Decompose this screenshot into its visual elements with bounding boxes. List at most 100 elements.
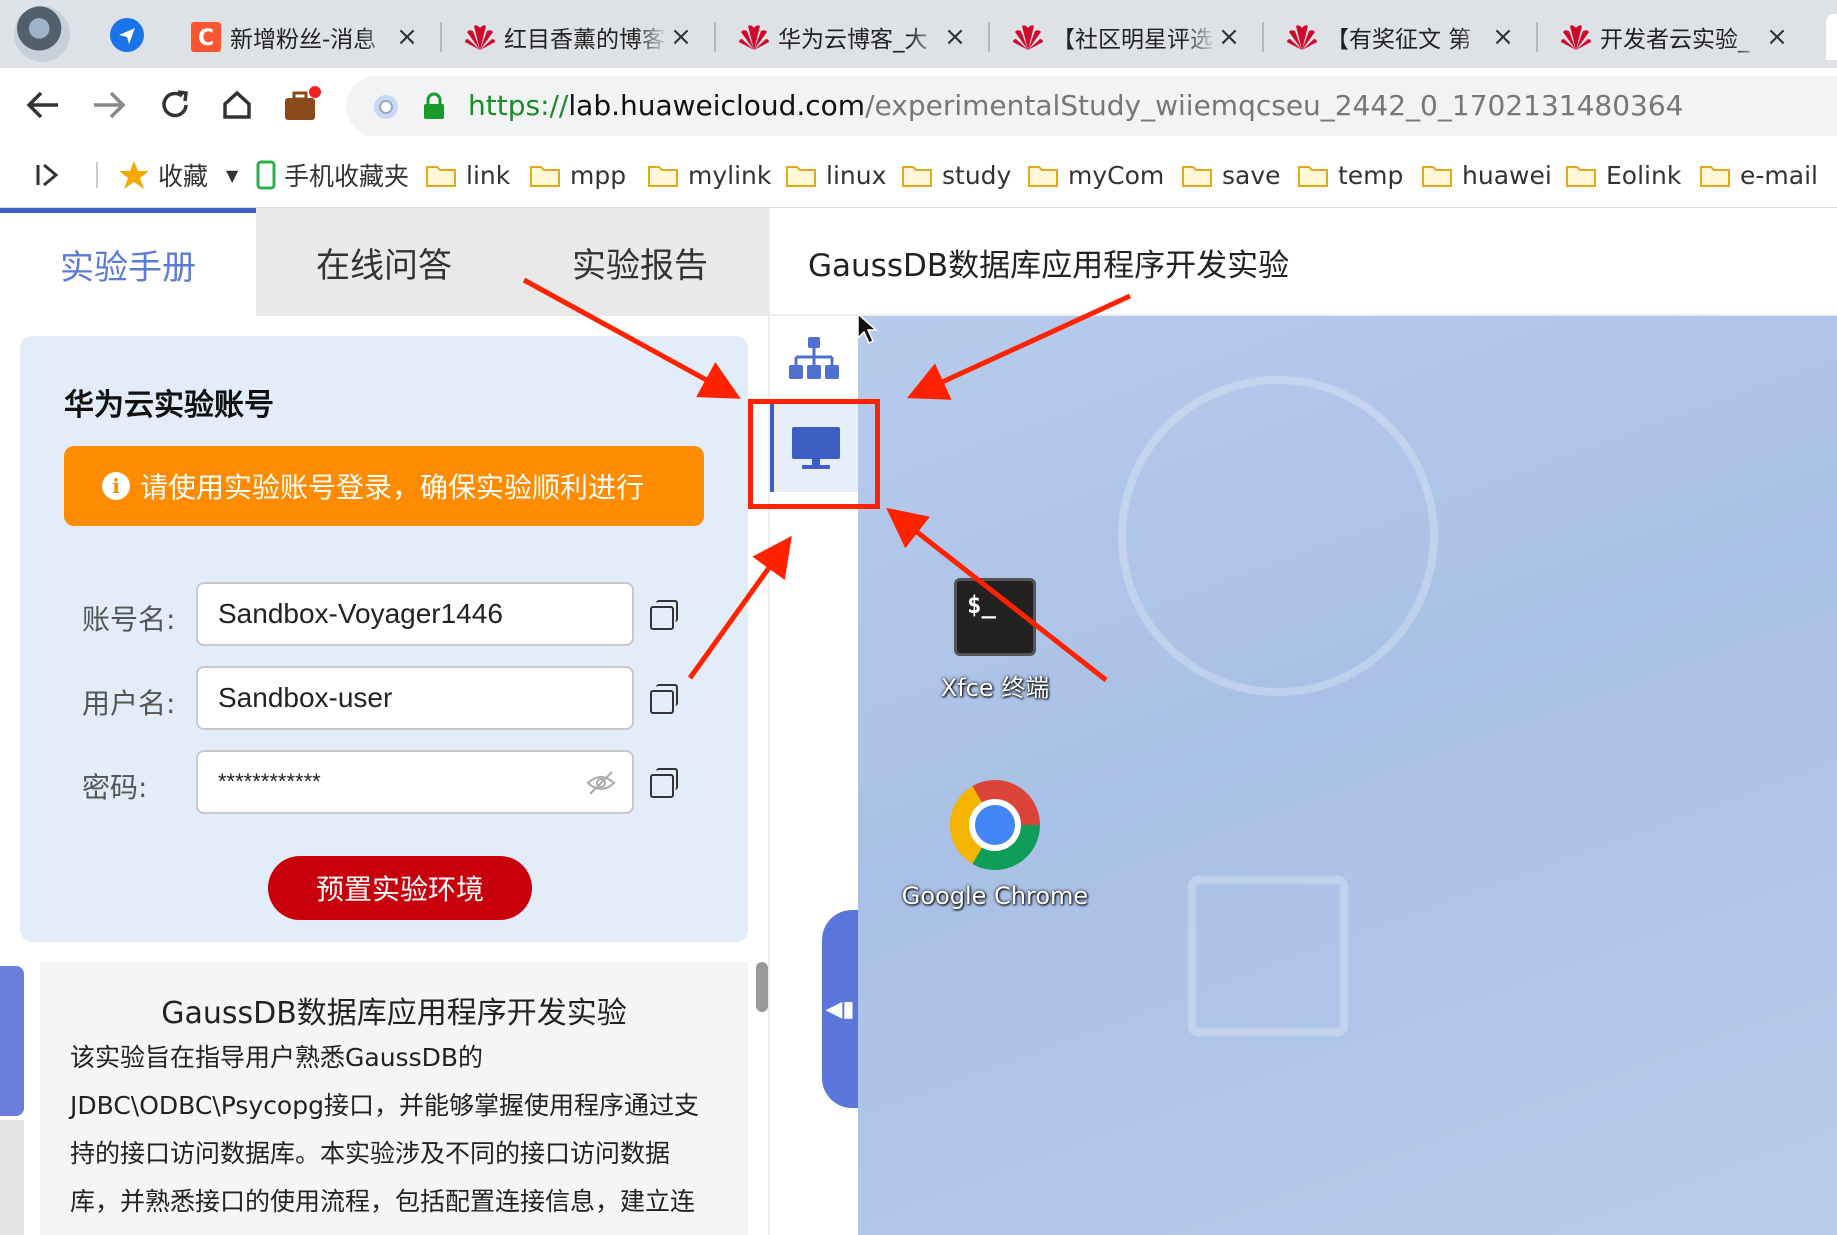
guide-line: 库，并熟悉接口的使用流程，包括配置连接信息，建立连 bbox=[70, 1187, 696, 1216]
bookmark-label: Eolink bbox=[1606, 160, 1682, 190]
bookmark-folder[interactable]: link bbox=[426, 156, 510, 194]
account-name-field[interactable]: Sandbox-Voyager1446 bbox=[196, 582, 634, 646]
bookmark-folder[interactable]: mylink bbox=[648, 156, 771, 194]
tab-divider bbox=[440, 22, 442, 52]
address-bar[interactable]: https://lab.huaweicloud.com/experimental… bbox=[346, 76, 1837, 136]
background-decoration bbox=[1118, 376, 1438, 696]
username-label: 用户名: bbox=[82, 687, 176, 720]
guide-text: 该实验旨在指导用户熟悉GaussDB的 JDBC\ODBC\Psycopg接口，… bbox=[70, 1034, 730, 1226]
bookmark-label: 手机收藏夹 bbox=[284, 162, 410, 191]
lab-tabs: 实验手册 在线问答 实验报告 bbox=[0, 208, 768, 316]
desktop-icon-terminal[interactable]: $_ Xfce 终端 bbox=[900, 578, 1090, 703]
tab-online-qa[interactable]: 在线问答 bbox=[256, 208, 512, 316]
lock-icon bbox=[424, 92, 444, 119]
tab-title: 开发者云实验_ bbox=[1600, 27, 1750, 53]
login-notice: i 请使用实验账号登录，确保实验顺利进行 bbox=[64, 446, 704, 526]
password-field[interactable]: ************ bbox=[196, 750, 634, 814]
remote-desktop[interactable]: $_ Xfce 终端 Google Chrome bbox=[858, 316, 1837, 1235]
info-icon: i bbox=[102, 472, 130, 500]
folder-icon bbox=[1700, 166, 1730, 187]
folder-icon bbox=[1298, 166, 1328, 187]
prepare-environment-button[interactable]: 预置实验环境 bbox=[268, 856, 532, 920]
bookmark-label: 收藏 bbox=[158, 162, 209, 191]
reload-icon[interactable] bbox=[152, 82, 198, 128]
copy-icon[interactable] bbox=[650, 684, 678, 714]
forward-icon[interactable] bbox=[86, 82, 132, 128]
bookmark-folder[interactable]: temp bbox=[1298, 156, 1403, 194]
lab-manual-panel: 华为云实验账号 i 请使用实验账号登录，确保实验顺利进行 账号名: Sandbo… bbox=[0, 316, 768, 1235]
desktop-icon-chrome[interactable]: Google Chrome bbox=[900, 780, 1090, 910]
close-icon[interactable]: × bbox=[942, 22, 968, 52]
tab-1[interactable]: 红目香薰的博客 × bbox=[454, 14, 704, 60]
account-name-label: 账号名: bbox=[82, 603, 176, 636]
bookmark-label: mylink bbox=[688, 160, 772, 190]
bookmark-folder[interactable]: linux bbox=[786, 156, 886, 194]
eye-off-icon[interactable] bbox=[586, 770, 616, 796]
bookmark-mobile[interactable]: 手机收藏夹 bbox=[256, 156, 409, 194]
account-card: 华为云实验账号 i 请使用实验账号登录，确保实验顺利进行 账号名: Sandbo… bbox=[20, 336, 748, 942]
close-icon[interactable]: × bbox=[668, 22, 694, 52]
close-icon[interactable]: × bbox=[1216, 22, 1242, 52]
bookmark-folder[interactable]: save bbox=[1182, 156, 1281, 194]
tab-lab-manual[interactable]: 实验手册 bbox=[0, 208, 256, 316]
guide-line: 该实验旨在指导用户熟悉GaussDB的 bbox=[70, 1043, 483, 1072]
huawei-logo-icon bbox=[1560, 21, 1592, 53]
scrollbar-thumb[interactable] bbox=[756, 962, 768, 1012]
send-icon[interactable] bbox=[110, 18, 144, 52]
bookmark-label: mpp bbox=[570, 160, 627, 190]
copy-icon[interactable] bbox=[650, 768, 678, 798]
username-field[interactable]: Sandbox-user bbox=[196, 666, 634, 730]
huawei-logo-icon bbox=[464, 21, 496, 53]
guide-line: JDBC\ODBC\Psycopg接口，并能够掌握使用程序通过支 bbox=[70, 1091, 699, 1120]
guide-nav-handle[interactable] bbox=[0, 966, 24, 1116]
profile-avatar[interactable] bbox=[14, 6, 70, 62]
terminal-icon: $_ bbox=[954, 578, 1036, 656]
tab-2[interactable]: 华为云博客_大 × bbox=[728, 14, 978, 60]
bookmark-folder[interactable]: e-mail bbox=[1700, 156, 1818, 194]
guide-nav-track bbox=[0, 1120, 24, 1235]
close-icon[interactable]: × bbox=[394, 22, 420, 52]
tab-lab-report[interactable]: 实验报告 bbox=[512, 208, 768, 316]
huawei-logo-icon bbox=[738, 21, 770, 53]
caret-down-icon[interactable]: ▼ bbox=[226, 166, 238, 185]
back-icon[interactable] bbox=[20, 82, 66, 128]
tab-title: 【有奖征文 第 bbox=[1326, 27, 1472, 53]
close-icon[interactable]: × bbox=[1490, 22, 1516, 52]
sidebar-toggle-icon[interactable] bbox=[34, 156, 62, 194]
bookmark-favorites[interactable]: 收藏 ▼ bbox=[118, 156, 238, 194]
chrome-icon bbox=[950, 780, 1040, 870]
tab-5[interactable]: 开发者云实验_ × bbox=[1550, 14, 1800, 60]
sitemap-icon bbox=[789, 337, 839, 379]
folder-icon bbox=[530, 166, 560, 187]
url-host: lab.huaweicloud.com bbox=[568, 89, 866, 122]
svg-text:C: C bbox=[198, 26, 214, 51]
tab-4[interactable]: 【有奖征文 第 × bbox=[1276, 14, 1526, 60]
folder-icon bbox=[426, 166, 456, 187]
briefcase-extension-icon[interactable] bbox=[278, 82, 324, 128]
bookmark-label: save bbox=[1222, 160, 1281, 190]
copy-icon[interactable] bbox=[650, 600, 678, 630]
url-text[interactable]: https://lab.huaweicloud.com/experimental… bbox=[468, 89, 1683, 122]
active-tab-edge[interactable] bbox=[1826, 14, 1837, 60]
bookmark-folder[interactable]: study bbox=[902, 156, 1011, 194]
folder-icon bbox=[1566, 166, 1596, 187]
home-icon[interactable] bbox=[214, 82, 260, 128]
bookmark-folder[interactable]: Eolink bbox=[1566, 156, 1681, 194]
site-info-icon[interactable] bbox=[372, 93, 400, 121]
tab-3[interactable]: 【社区明星评选 × bbox=[1002, 14, 1252, 60]
collapse-panel-handle[interactable]: ◀▮ bbox=[822, 910, 858, 1108]
bookmark-label: temp bbox=[1338, 160, 1404, 190]
bookmarks-bar: 收藏 ▼ 手机收藏夹 link mpp mylink linux study m… bbox=[0, 142, 1837, 208]
bookmark-folder[interactable]: huawei bbox=[1422, 156, 1552, 194]
lab-guide: GaussDB数据库应用程序开发实验 该实验旨在指导用户熟悉GaussDB的 J… bbox=[40, 962, 748, 1235]
bookmark-folder[interactable]: myCom bbox=[1028, 156, 1164, 194]
url-scheme: https:// bbox=[468, 89, 569, 122]
close-icon[interactable]: × bbox=[1764, 22, 1790, 52]
resource-topology-button[interactable] bbox=[770, 316, 858, 404]
tab-title: 【社区明星评选 bbox=[1052, 27, 1213, 53]
star-icon bbox=[119, 161, 149, 189]
folder-icon bbox=[648, 166, 678, 187]
bookmark-folder[interactable]: mpp bbox=[530, 156, 626, 194]
tab-0[interactable]: C 新增粉丝-消息 × bbox=[180, 14, 430, 60]
mouse-cursor-icon bbox=[857, 312, 878, 345]
